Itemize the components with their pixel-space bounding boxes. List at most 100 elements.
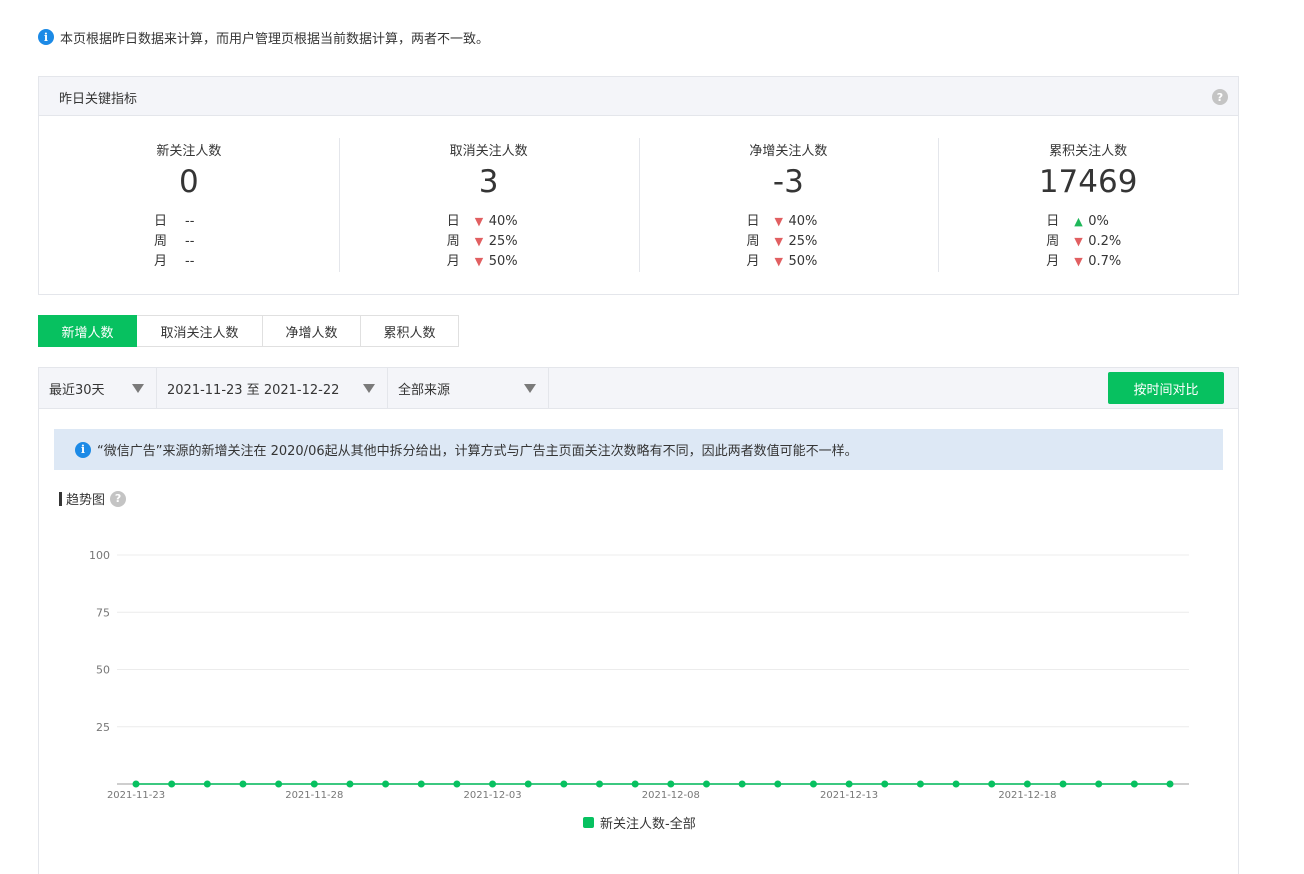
kpi-change-row: 日 ▲ 0% [1046, 212, 1121, 232]
kpi-card: 新关注人数 0 日 -- 周 -- 月 -- [39, 116, 339, 294]
kpi-change-row: 月 ▼ 0.7% [1046, 252, 1121, 272]
key-metrics-header: 昨日关键指标 ? [39, 77, 1238, 116]
change-value: 40% [788, 214, 818, 229]
arrow-down-icon: ▼ [474, 235, 484, 248]
trend-panel: 最近30天 2021-11-23 至 2021-12-22 全部来源 按时间对比… [38, 367, 1239, 874]
tab-total[interactable]: 累积人数 [361, 315, 459, 347]
data-point [845, 780, 853, 788]
key-metrics-body: 新关注人数 0 日 -- 周 -- 月 -- 取消关注人数 3 日 ▼ 40% 周 ▼ 25% 月 ▼ 50% 净增关… [39, 116, 1238, 294]
info-icon: i [38, 29, 54, 45]
period-label: 月 [154, 254, 168, 269]
kpi-label: 取消关注人数 [449, 144, 528, 159]
period-label: 日 [154, 214, 168, 229]
data-point [1130, 780, 1138, 788]
data-point [560, 780, 568, 788]
period-label: 周 [154, 234, 168, 249]
kpi-value: 3 [478, 164, 499, 200]
kpi-label: 新关注人数 [156, 144, 222, 159]
change-value: -- [185, 214, 195, 229]
data-point [1023, 780, 1031, 788]
period-label: 周 [1046, 234, 1060, 249]
kpi-change-row: 日 ▼ 40% [447, 212, 518, 232]
data-point [702, 780, 710, 788]
y-tick-label: 100 [89, 549, 110, 562]
period-label: 月 [746, 254, 760, 269]
tab-unfollow[interactable]: 取消关注人数 [137, 315, 263, 347]
data-point [489, 780, 497, 788]
y-tick-label: 50 [96, 664, 110, 677]
data-point [631, 780, 639, 788]
x-tick-label: 2021-12-18 [998, 790, 1056, 801]
key-metrics-panel: 昨日关键指标 ? 新关注人数 0 日 -- 周 -- 月 -- 取消关注人数 3 日 ▼ 40% 周 ▼ 25… [38, 76, 1239, 295]
tab-new[interactable]: 新增人数 [38, 315, 137, 347]
data-point [382, 780, 390, 788]
arrow-down-icon: ▼ [1074, 255, 1083, 268]
arrow-down-icon: ▼ [774, 215, 783, 228]
question-icon[interactable]: ? [1212, 89, 1228, 105]
data-point [1095, 780, 1103, 788]
period-label: 周 [446, 234, 460, 249]
chart-legend[interactable]: 新关注人数-全部 [583, 813, 696, 832]
change-value: 0% [1088, 214, 1109, 229]
arrow-down-icon: ▼ [474, 215, 484, 228]
data-point [417, 780, 425, 788]
data-point [453, 780, 461, 788]
period-label: 日 [746, 214, 760, 229]
y-tick-label: 25 [96, 721, 110, 734]
period-label: 日 [1046, 214, 1060, 229]
kpi-label: 净增关注人数 [749, 144, 828, 159]
x-tick-label: 2021-11-23 [107, 790, 165, 801]
x-tick-label: 2021-12-03 [463, 790, 521, 801]
arrow-down-icon: ▼ [474, 255, 484, 268]
period-label: 月 [1046, 254, 1060, 269]
x-tick-label: 2021-12-13 [820, 790, 878, 801]
kpi-card: 取消关注人数 3 日 ▼ 40% 周 ▼ 25% 月 ▼ 50% [338, 116, 639, 294]
kpi-change-row: 日 -- [154, 212, 194, 232]
kpi-card: 累积关注人数 17469 日 ▲ 0% 周 ▼ 0.2% 月 ▼ 0.7% [938, 116, 1238, 294]
data-point [310, 780, 318, 788]
data-point [916, 780, 924, 788]
data-point [738, 780, 746, 788]
kpi-change-list: 日 ▲ 0% 周 ▼ 0.2% 月 ▼ 0.7% [1046, 212, 1121, 272]
period-label: 日 [446, 214, 460, 229]
data-point [988, 780, 996, 788]
trend-chart: 25 50 75 100 2021-11-23 2021-11-28 2021-12-03 2… [89, 549, 1189, 801]
data-point [596, 780, 604, 788]
kpi-change-list: 日 ▼ 40% 周 ▼ 25% 月 ▼ 50% [747, 212, 818, 272]
arrow-down-icon: ▼ [774, 255, 783, 268]
data-point [809, 780, 817, 788]
y-tick-label: 75 [96, 606, 110, 619]
change-value: 0.7% [1088, 254, 1122, 269]
data-point [1059, 780, 1067, 788]
data-point [667, 780, 675, 788]
x-tick-label: 2021-12-08 [642, 790, 700, 801]
data-point [346, 780, 354, 788]
kpi-card: 净增关注人数 -3 日 ▼ 40% 周 ▼ 25% 月 ▼ 50% [638, 116, 939, 294]
arrow-up-icon: ▲ [1074, 215, 1083, 228]
x-tick-label: 2021-11-28 [285, 790, 343, 801]
kpi-label: 累积关注人数 [1049, 144, 1128, 159]
period-label: 月 [446, 254, 460, 269]
kpi-change-row: 月 -- [154, 252, 194, 272]
kpi-change-row: 周 ▼ 0.2% [1046, 232, 1121, 252]
data-point [132, 780, 140, 788]
tab-net[interactable]: 净增人数 [263, 315, 361, 347]
kpi-value: -3 [772, 164, 804, 200]
change-value: 0.2% [1088, 234, 1122, 249]
data-point [952, 780, 960, 788]
change-value: -- [185, 234, 195, 249]
kpi-change-list: 日 ▼ 40% 周 ▼ 25% 月 ▼ 50% [447, 212, 518, 272]
data-point [881, 780, 889, 788]
metric-tabs: 新增人数 取消关注人数 净增人数 累积人数 [38, 315, 459, 347]
kpi-change-row: 日 ▼ 40% [747, 212, 818, 232]
data-point [168, 780, 176, 788]
data-point [239, 780, 247, 788]
legend-label: 新关注人数-全部 [600, 817, 696, 832]
data-point [275, 780, 283, 788]
change-value: 25% [488, 234, 518, 249]
data-point [1166, 780, 1174, 788]
kpi-change-row: 月 ▼ 50% [447, 252, 518, 272]
data-point [524, 780, 532, 788]
data-point [203, 780, 211, 788]
change-value: 40% [488, 214, 518, 229]
